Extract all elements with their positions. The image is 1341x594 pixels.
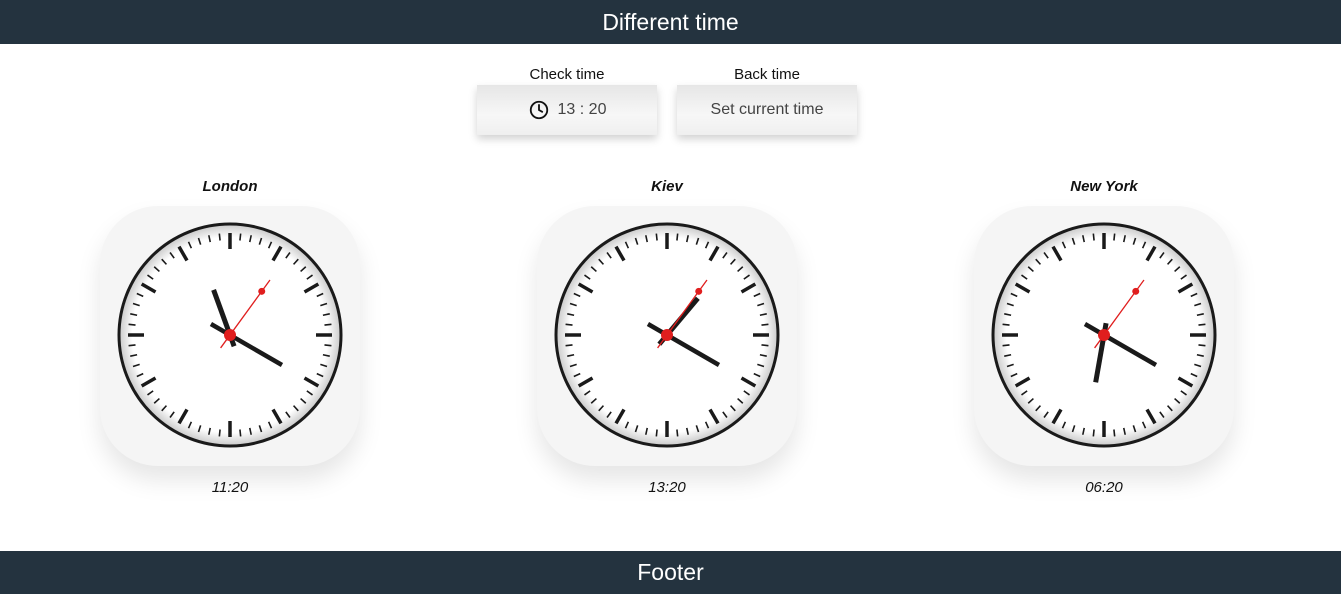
page-title: Different time: [602, 8, 739, 35]
clock-card-new-york: [974, 206, 1234, 466]
check-time-control: Check time 13 : 20: [477, 66, 657, 135]
minute-tick: [1198, 323, 1206, 326]
clock-icon: [529, 100, 548, 120]
city-name-kiev: Kiev: [651, 178, 683, 195]
check-time-label: Check time: [529, 66, 605, 83]
minute-tick: [565, 323, 573, 326]
clock-card-london: [100, 206, 360, 466]
minute-tick: [239, 233, 242, 241]
second-hand-tip: [258, 287, 266, 295]
center-cap: [224, 329, 236, 341]
back-time-control: Back time Set current time: [677, 66, 857, 135]
minute-tick: [655, 233, 658, 241]
time-picker-button[interactable]: 13 : 20: [477, 85, 657, 135]
minute-tick: [324, 344, 332, 347]
minute-tick: [1113, 233, 1116, 241]
city-name-new-york: New York: [1070, 178, 1138, 195]
second-hand-tip: [1132, 287, 1140, 295]
center-cap: [661, 329, 673, 341]
minute-tick: [239, 429, 242, 437]
minute-tick: [1198, 344, 1206, 347]
center-cap: [1098, 329, 1110, 341]
clock-card-kiev: [537, 206, 797, 466]
minute-tick: [676, 429, 679, 437]
minute-tick: [324, 323, 332, 326]
minute-tick: [1002, 323, 1010, 326]
minute-tick: [218, 429, 221, 437]
minute-tick: [128, 323, 136, 326]
minute-tick: [655, 429, 658, 437]
set-current-time-button[interactable]: Set current time: [677, 85, 857, 135]
minute-tick: [1113, 429, 1116, 437]
analog-clock: [991, 222, 1217, 448]
footer-title: Footer: [637, 559, 704, 585]
page-header: Different time: [0, 0, 1341, 44]
minute-tick: [1092, 429, 1095, 437]
minute-tick: [676, 233, 679, 241]
minute-tick: [1002, 344, 1010, 347]
minute-tick: [761, 323, 769, 326]
digital-time-new-york: 06:20: [1085, 479, 1123, 496]
digital-time-kiev: 13:20: [648, 479, 686, 496]
minute-tick: [565, 344, 573, 347]
page-footer: Footer: [0, 551, 1341, 594]
minute-tick: [1092, 233, 1095, 241]
minute-tick: [761, 344, 769, 347]
city-name-london: London: [202, 178, 258, 195]
analog-clock: [554, 222, 780, 448]
analog-clock: [117, 222, 343, 448]
minute-tick: [128, 344, 136, 347]
check-time-value: 13 : 20: [557, 101, 607, 118]
minute-tick: [218, 233, 221, 241]
back-time-label: Back time: [734, 66, 800, 83]
digital-time-london: 11:20: [211, 479, 249, 496]
second-hand-tip: [695, 287, 703, 295]
